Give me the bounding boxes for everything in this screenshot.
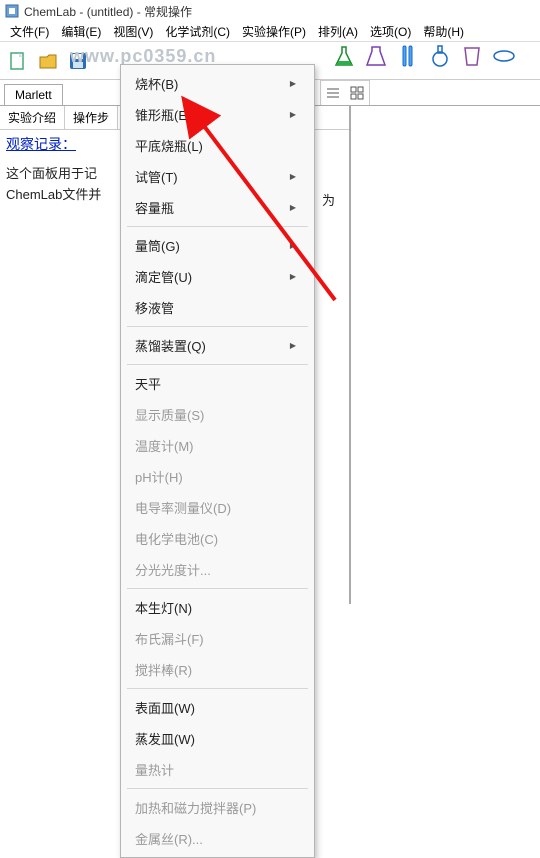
menu-file[interactable]: 文件(F) xyxy=(4,23,55,40)
menu-item-label: 分光光度计... xyxy=(135,560,211,579)
menu-separator xyxy=(127,588,308,589)
tab-steps[interactable]: 操作步 xyxy=(65,106,118,129)
menu-item-15: pH计(H) xyxy=(121,461,314,492)
menu-view[interactable]: 视图(V) xyxy=(107,23,159,40)
menu-item-label: 表面皿(W) xyxy=(135,698,195,717)
menu-separator xyxy=(127,226,308,227)
menu-separator xyxy=(127,326,308,327)
flask-icon[interactable] xyxy=(330,42,358,70)
menu-item-22: 搅拌棒(R) xyxy=(121,654,314,685)
title-bar: ChemLab - (untitled) - 常规操作 xyxy=(0,0,540,22)
menu-item-label: 电导率测量仪(D) xyxy=(135,498,231,517)
menu-arrange[interactable]: 排列(A) xyxy=(312,23,364,40)
obs-frag: 为 xyxy=(322,190,335,209)
menu-item-21: 布氏漏斗(F) xyxy=(121,623,314,654)
menu-item-3[interactable]: 试管(T) xyxy=(121,161,314,192)
beaker-icon[interactable] xyxy=(458,42,486,70)
menu-item-13: 显示质量(S) xyxy=(121,399,314,430)
menu-item-label: 加热和磁力搅拌器(P) xyxy=(135,798,256,817)
menu-item-17: 电化学电池(C) xyxy=(121,523,314,554)
menu-item-2[interactable]: 平底烧瓶(L) xyxy=(121,130,314,161)
menu-item-7[interactable]: 滴定管(U) xyxy=(121,261,314,292)
menu-item-label: 本生灯(N) xyxy=(135,598,192,617)
menu-item-label: 金属丝(R)... xyxy=(135,829,203,848)
menu-item-label: 平底烧瓶(L) xyxy=(135,136,203,155)
menu-help[interactable]: 帮助(H) xyxy=(417,23,470,40)
menu-item-10[interactable]: 蒸馏装置(Q) xyxy=(121,330,314,361)
menu-item-label: 量筒(G) xyxy=(135,236,180,255)
menu-item-29: 金属丝(R)... xyxy=(121,823,314,854)
menu-item-label: 烧杯(B) xyxy=(135,74,178,93)
tab-marlett[interactable]: Marlett xyxy=(4,84,63,105)
menu-item-label: 量热计 xyxy=(135,760,174,779)
menu-operate[interactable]: 实验操作(P) xyxy=(236,23,312,40)
menu-item-label: 锥形瓶(E) xyxy=(135,105,191,124)
app-icon xyxy=(4,3,20,19)
menu-item-label: 移液管 xyxy=(135,298,174,317)
menu-item-16: 电导率测量仪(D) xyxy=(121,492,314,523)
menu-item-label: 温度计(M) xyxy=(135,436,194,455)
menu-item-25[interactable]: 蒸发皿(W) xyxy=(121,723,314,754)
new-file-icon[interactable] xyxy=(4,47,32,75)
menu-item-26: 量热计 xyxy=(121,754,314,785)
menu-item-label: 显示质量(S) xyxy=(135,405,204,424)
tab-intro[interactable]: 实验介绍 xyxy=(0,106,65,129)
menu-item-label: 搅拌棒(R) xyxy=(135,660,192,679)
menu-item-8[interactable]: 移液管 xyxy=(121,292,314,323)
menu-item-20[interactable]: 本生灯(N) xyxy=(121,592,314,623)
menu-reagent[interactable]: 化学试剂(C) xyxy=(159,23,236,40)
menu-item-label: 蒸发皿(W) xyxy=(135,729,195,748)
menu-item-12[interactable]: 天平 xyxy=(121,368,314,399)
open-file-icon[interactable] xyxy=(34,47,62,75)
round-flask-icon[interactable] xyxy=(426,42,454,70)
menu-separator xyxy=(127,688,308,689)
canvas-area[interactable] xyxy=(350,106,540,604)
erlenmeyer-icon[interactable] xyxy=(362,42,390,70)
menu-item-label: 试管(T) xyxy=(135,167,178,186)
test-tube-icon[interactable] xyxy=(394,42,422,70)
save-icon[interactable] xyxy=(64,47,92,75)
menu-item-0[interactable]: 烧杯(B) xyxy=(121,68,314,99)
menu-item-label: 滴定管(U) xyxy=(135,267,192,286)
instrument-toolbar xyxy=(330,42,518,70)
menu-item-6[interactable]: 量筒(G) xyxy=(121,230,314,261)
menu-item-label: 布氏漏斗(F) xyxy=(135,629,204,648)
equipment-context-menu: 烧杯(B) 锥形瓶(E) 平底烧瓶(L) 试管(T) 容量瓶量筒(G) 滴定管(U) 移液管… xyxy=(120,64,315,858)
menu-edit[interactable]: 编辑(E) xyxy=(55,23,107,40)
menu-item-14: 温度计(M) xyxy=(121,430,314,461)
menu-item-label: 电化学电池(C) xyxy=(135,529,218,548)
menu-bar: 文件(F) 编辑(E) 视图(V) 化学试剂(C) 实验操作(P) 排列(A) … xyxy=(0,22,540,42)
menu-options[interactable]: 选项(O) xyxy=(364,23,417,40)
menu-item-28: 加热和磁力搅拌器(P) xyxy=(121,792,314,823)
window-title: ChemLab - (untitled) - 常规操作 xyxy=(24,3,192,20)
menu-item-label: 容量瓶 xyxy=(135,198,174,217)
menu-item-24[interactable]: 表面皿(W) xyxy=(121,692,314,723)
menu-item-label: 蒸馏装置(Q) xyxy=(135,336,206,355)
menu-item-label: 天平 xyxy=(135,374,161,393)
menu-item-4[interactable]: 容量瓶 xyxy=(121,192,314,223)
menu-separator xyxy=(127,364,308,365)
menu-item-1[interactable]: 锥形瓶(E) xyxy=(121,99,314,130)
dish-icon[interactable] xyxy=(490,42,518,70)
menu-item-18: 分光光度计... xyxy=(121,554,314,585)
menu-item-label: pH计(H) xyxy=(135,467,183,486)
menu-separator xyxy=(127,788,308,789)
